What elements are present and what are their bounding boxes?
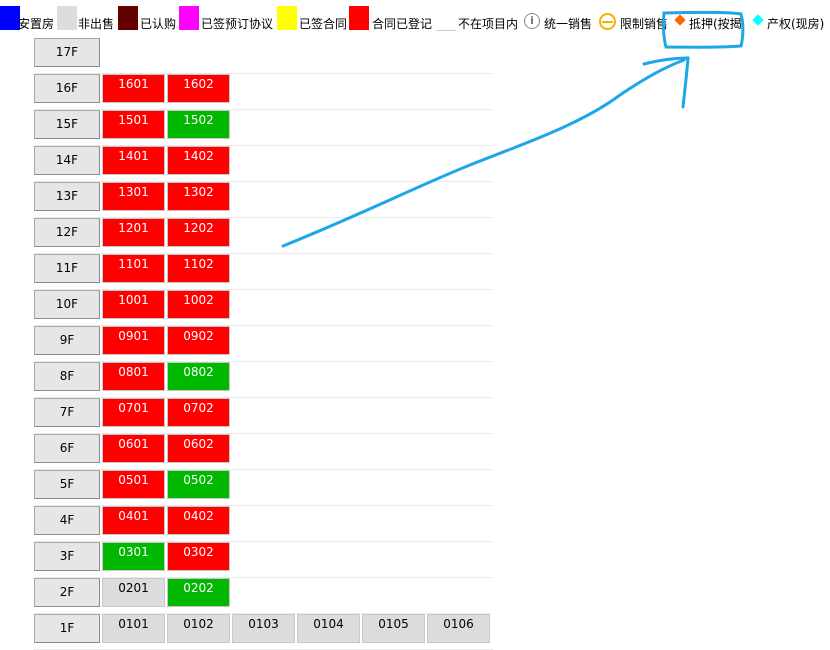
legend-label-subscribed: 已认购 (140, 17, 177, 31)
legend-label-mortgage: 抵押(按揭 (689, 17, 742, 31)
floor-row: 17F (33, 37, 493, 74)
unit-cell[interactable]: 1301 (102, 182, 165, 211)
floor-button[interactable]: 4F (34, 506, 100, 535)
unit-cell[interactable]: 0102 (167, 614, 230, 643)
floor-row: 8F 0801 0802 (33, 361, 493, 398)
unit-cell[interactable]: 0202 (167, 578, 230, 607)
floor-row: 16F 1601 1602 (33, 73, 493, 110)
unit-cell[interactable]: 0702 (167, 398, 230, 427)
floor-button[interactable]: 7F (34, 398, 100, 427)
floor-row: 13F 1301 1302 (33, 181, 493, 218)
floor-button[interactable]: 6F (34, 434, 100, 463)
legend-swatch-contract-signed (277, 6, 297, 30)
floor-button[interactable]: 8F (34, 362, 100, 391)
floor-row: 1F 0101 0102 0103 0104 0105 0106 (33, 613, 493, 650)
info-icon: i (524, 13, 540, 29)
legend-label-contract-signed: 已签合同 (299, 17, 348, 31)
unit-cell[interactable]: 0104 (297, 614, 360, 643)
floor-button[interactable]: 11F (34, 254, 100, 283)
floor-button[interactable]: 5F (34, 470, 100, 499)
unit-cell[interactable]: 0106 (427, 614, 490, 643)
unit-cell[interactable]: 0901 (102, 326, 165, 355)
legend-label-restricted-sale: 限制销售 (620, 17, 669, 31)
unit-cell[interactable]: 1202 (167, 218, 230, 247)
unit-cell[interactable]: 0103 (232, 614, 295, 643)
unit-cell[interactable]: 0502 (167, 470, 230, 499)
unit-cell[interactable]: 1402 (167, 146, 230, 175)
unit-cell[interactable]: 1601 (102, 74, 165, 103)
legend-swatch-not-for-sale (57, 6, 77, 30)
unit-cell[interactable]: 0501 (102, 470, 165, 499)
legend-label-property-right: 产权(现房) (767, 17, 825, 31)
unit-cell[interactable]: 0602 (167, 434, 230, 463)
unit-cell[interactable]: 1001 (102, 290, 165, 319)
floor-row: 5F 0501 0502 (33, 469, 493, 506)
floor-button[interactable]: 12F (34, 218, 100, 247)
status-legend: 安置房 非出售 已认购 已签预订协议 已签合同 合同已登记 不在项目内 i 统一… (0, 0, 830, 36)
unit-cell[interactable]: 1302 (167, 182, 230, 211)
unit-cell[interactable]: 1102 (167, 254, 230, 283)
unit-cell[interactable]: 0801 (102, 362, 165, 391)
legend-label-not-for-sale: 非出售 (78, 17, 115, 31)
unit-cell[interactable]: 0902 (167, 326, 230, 355)
floor-row: 9F 0901 0902 (33, 325, 493, 362)
floor-button[interactable]: 2F (34, 578, 100, 607)
floor-row: 10F 1001 1002 (33, 289, 493, 326)
floor-button[interactable]: 13F (34, 182, 100, 211)
floor-row: 6F 0601 0602 (33, 433, 493, 470)
floor-row: 11F 1101 1102 (33, 253, 493, 290)
floor-button[interactable]: 10F (34, 290, 100, 319)
unit-cell[interactable]: 1201 (102, 218, 165, 247)
unit-cell[interactable]: 0302 (167, 542, 230, 571)
unit-cell[interactable]: 1002 (167, 290, 230, 319)
unit-cell[interactable]: 0401 (102, 506, 165, 535)
legend-label-contract-registered: 合同已登记 (372, 17, 433, 31)
legend-label-resettlement: 安置房 (18, 17, 55, 31)
unit-cell[interactable]: 0105 (362, 614, 425, 643)
unit-cell[interactable]: 0601 (102, 434, 165, 463)
floor-row: 12F 1201 1202 (33, 217, 493, 254)
unit-cell[interactable]: 0201 (102, 578, 165, 607)
legend-swatch-subscribed (118, 6, 138, 30)
floor-button[interactable]: 1F (34, 614, 100, 643)
unit-cell[interactable]: 0301 (102, 542, 165, 571)
legend-swatch-resettlement (0, 6, 20, 30)
unit-cell[interactable]: 1101 (102, 254, 165, 283)
legend-swatch-reservation-signed (179, 6, 199, 30)
floor-row: 2F 0201 0202 (33, 577, 493, 614)
floor-row: 15F 1501 1502 (33, 109, 493, 146)
unit-cell[interactable]: 0701 (102, 398, 165, 427)
floor-row: 7F 0701 0702 (33, 397, 493, 434)
legend-label-outside-project: 不在项目内 (458, 17, 519, 31)
unit-cell[interactable]: 1502 (167, 110, 230, 139)
legend-label-reservation-signed: 已签预订协议 (201, 17, 274, 31)
floor-button[interactable]: 14F (34, 146, 100, 175)
annotation-arrow-head (642, 56, 690, 109)
cyan-diamond-icon (752, 14, 764, 26)
floor-row: 4F 0401 0402 (33, 505, 493, 542)
unit-cell[interactable]: 1501 (102, 110, 165, 139)
legend-swatch-contract-registered (349, 6, 369, 30)
limit-icon (599, 13, 616, 30)
legend-label-unified-sale: 统一销售 (544, 17, 593, 31)
legend-swatch-outside-project (436, 6, 456, 31)
unit-cell[interactable]: 0402 (167, 506, 230, 535)
floor-row: 14F 1401 1402 (33, 145, 493, 182)
floor-button[interactable]: 15F (34, 110, 100, 139)
unit-cell[interactable]: 0101 (102, 614, 165, 643)
unit-cell[interactable]: 1401 (102, 146, 165, 175)
orange-diamond-icon (674, 14, 686, 26)
floor-button[interactable]: 16F (34, 74, 100, 103)
floor-unit-grid: 17F 16F 1601 1602 15F 1501 1502 14F 1401 1402 13F 1… (0, 37, 494, 650)
floor-row: 3F 0301 0302 (33, 541, 493, 578)
floor-button[interactable]: 9F (34, 326, 100, 355)
floor-button[interactable]: 17F (34, 38, 100, 67)
floor-button[interactable]: 3F (34, 542, 100, 571)
unit-cell[interactable]: 1602 (167, 74, 230, 103)
unit-cell[interactable]: 0802 (167, 362, 230, 391)
